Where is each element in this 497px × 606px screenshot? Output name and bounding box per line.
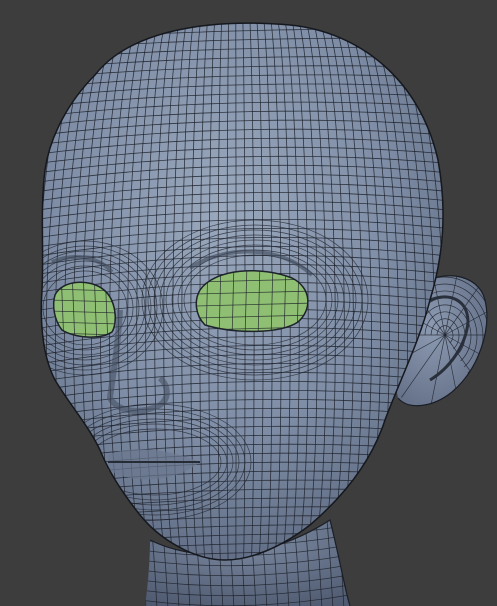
head-model-render bbox=[40, 22, 488, 606]
3d-viewport[interactable] bbox=[0, 0, 497, 606]
